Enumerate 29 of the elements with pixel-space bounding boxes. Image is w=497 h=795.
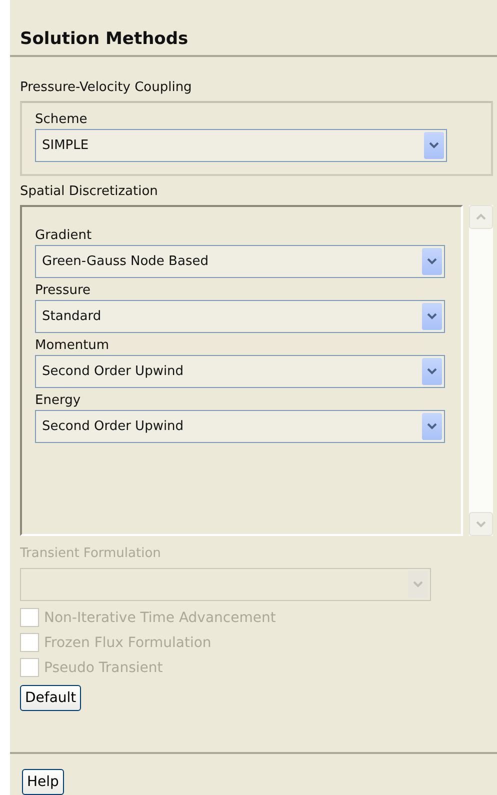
scrollbar[interactable] <box>469 205 493 536</box>
dropdown[interactable] <box>20 568 431 601</box>
chevron-down-icon <box>422 303 442 330</box>
dropdown[interactable]: SIMPLE <box>35 129 447 162</box>
checkbox-label: Pseudo Transient <box>44 658 163 676</box>
default-button[interactable]: Default <box>20 685 82 711</box>
dropdown[interactable]: Standard <box>35 300 445 333</box>
chevron-down-icon <box>422 358 442 385</box>
field-label: Pressure <box>35 282 92 300</box>
dropdown[interactable]: Green-Gauss Node Based <box>35 245 445 278</box>
scroll-down-icon[interactable] <box>469 512 493 536</box>
chevron-down-icon <box>422 413 442 440</box>
scroll-up-icon[interactable] <box>469 205 493 229</box>
dropdown[interactable]: Second Order Upwind <box>35 410 445 443</box>
checkbox-label: Non-Iterative Time Advancement <box>44 608 276 626</box>
chevron-down-icon <box>422 248 442 275</box>
help-button[interactable]: Help <box>22 769 64 795</box>
chevron-down-icon <box>424 132 444 159</box>
chevron-down-icon <box>408 571 428 598</box>
dropdown[interactable]: Second Order Upwind <box>35 355 445 388</box>
section-label: Transient Formulation <box>20 545 162 563</box>
section-label: Pressure-Velocity Coupling <box>20 79 193 97</box>
field-label: Energy <box>35 392 82 410</box>
section-label: Spatial Discretization <box>20 183 159 201</box>
panel-title: Solution Methods <box>19 28 190 51</box>
field-label: Gradient <box>35 227 93 245</box>
field-label: Momentum <box>35 337 110 355</box>
field-label: Scheme <box>35 111 88 129</box>
checkbox-label: Frozen Flux Formulation <box>44 634 212 652</box>
